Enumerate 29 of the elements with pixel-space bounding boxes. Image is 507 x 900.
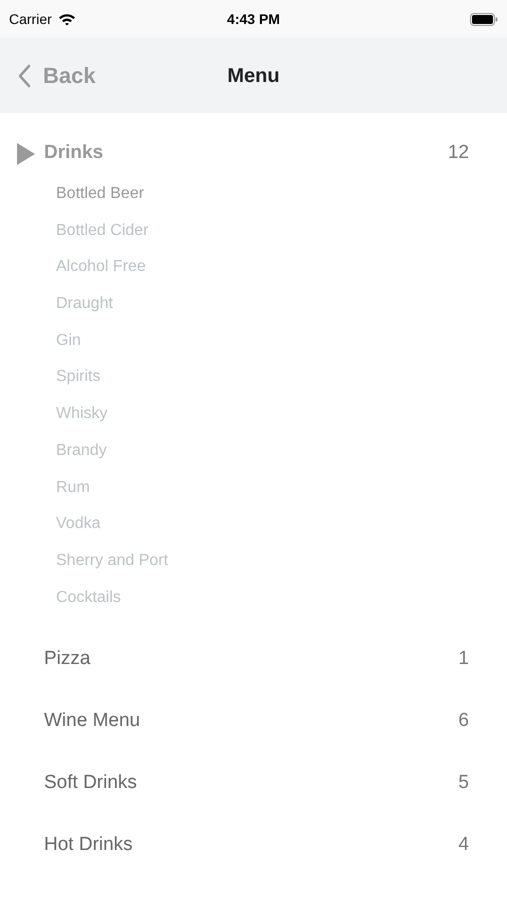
category-name[interactable]: Pizza <box>44 645 90 674</box>
battery-icon <box>470 12 498 26</box>
item-count: 4 <box>458 833 469 857</box>
category-name[interactable]: Soft Drinks <box>44 769 137 798</box>
category-name[interactable]: Drinks <box>44 139 104 168</box>
subcategory-item[interactable]: Rum <box>56 470 90 506</box>
subcategory-item[interactable]: Bottled Beer <box>56 176 144 213</box>
subcategory-item[interactable]: Alcohol Free <box>56 249 146 286</box>
chevron-left-icon <box>17 64 31 88</box>
category-name[interactable]: Wine Menu <box>44 707 140 736</box>
back-button[interactable]: Back <box>17 59 96 92</box>
subcategory-item[interactable]: Whisky <box>56 396 108 433</box>
item-count: 6 <box>458 709 469 733</box>
subcategory-item[interactable]: Vodka <box>56 506 100 543</box>
subcategory-item[interactable]: Draught <box>56 286 113 323</box>
carrier-label: Carrier <box>9 10 52 28</box>
subcategory-item[interactable]: Gin <box>56 322 81 360</box>
item-count: 1 <box>458 647 469 671</box>
item-count: 12 <box>448 141 469 166</box>
category-name[interactable]: Hot Drinks <box>44 831 133 860</box>
item-count: 5 <box>458 771 469 795</box>
subcategory-item[interactable]: Brandy <box>56 432 107 470</box>
subcategory-item[interactable]: Bottled Cider <box>56 212 148 250</box>
subcategory-item[interactable]: Spirits <box>56 359 100 396</box>
screen-title: Menu <box>227 64 280 88</box>
subcategory-item[interactable]: Sherry and Port <box>56 542 168 580</box>
subcategory-item[interactable]: Cocktails <box>56 580 121 616</box>
clock-label: 4:43 PM <box>227 10 280 28</box>
wifi-icon <box>58 12 76 26</box>
